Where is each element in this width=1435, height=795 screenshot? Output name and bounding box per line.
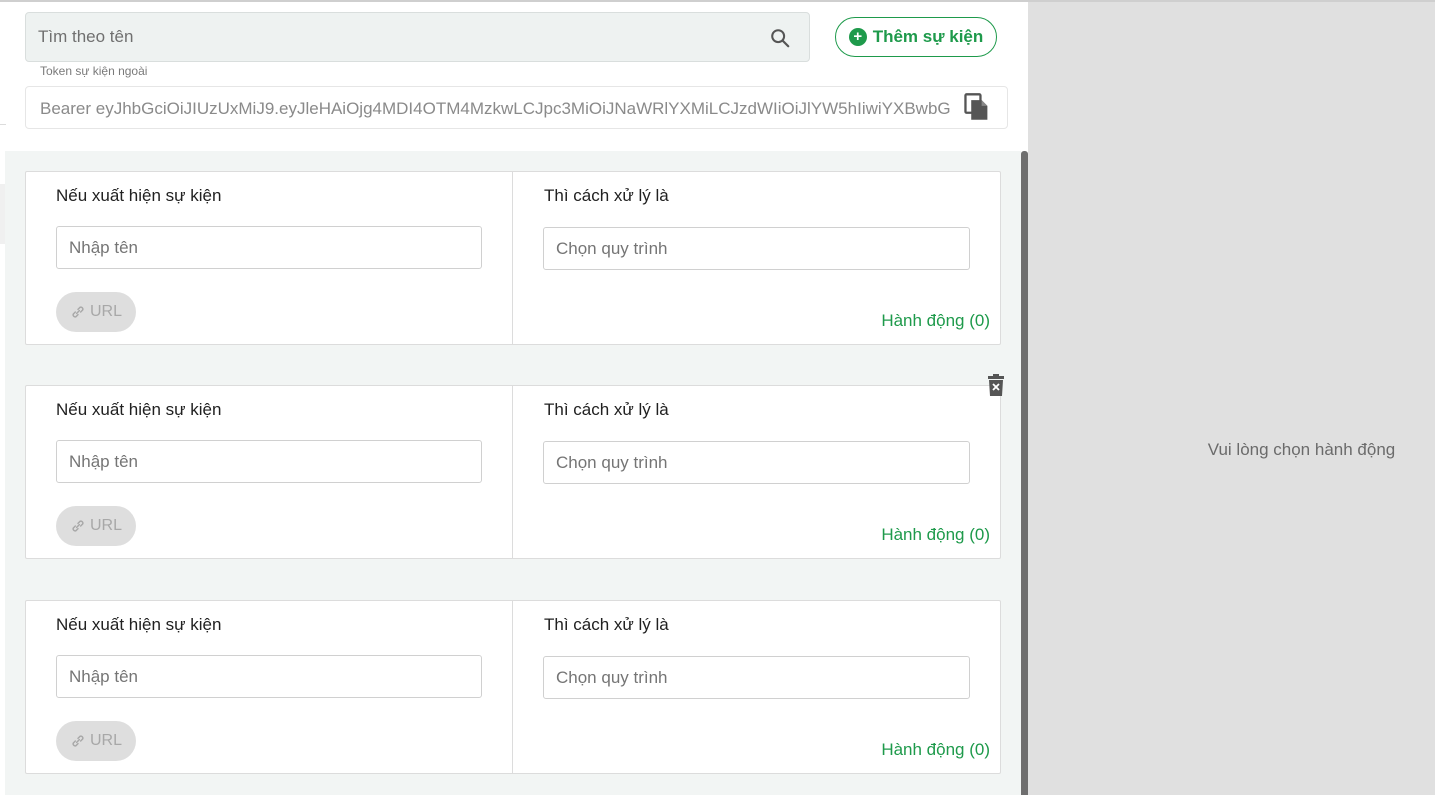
event-name-input[interactable] <box>56 440 482 483</box>
divider <box>0 124 6 125</box>
plus-circle-icon: + <box>848 28 867 46</box>
url-button[interactable]: URL <box>56 292 136 332</box>
actions-link[interactable]: Hành động (0) <box>881 525 990 545</box>
event-condition-label: Nếu xuất hiện sự kiện <box>56 186 222 205</box>
event-card: Nếu xuất hiện sự kiện URL Thì cách xử lý… <box>25 600 1001 774</box>
event-name-input[interactable] <box>56 226 482 269</box>
actions-link[interactable]: Hành động (0) <box>881 311 990 331</box>
url-label: URL <box>89 517 122 534</box>
url-button[interactable]: URL <box>56 721 136 761</box>
process-select[interactable] <box>543 441 970 484</box>
url-label: URL <box>89 732 122 749</box>
event-card: Nếu xuất hiện sự kiện URL Thì cách xử lý… <box>25 171 1001 345</box>
url-button[interactable]: URL <box>56 506 136 546</box>
search-input[interactable] <box>38 13 758 61</box>
token-value[interactable]: Bearer eyJhbGciOiJIUzUxMiJ9.eyJleHAiOjg4… <box>40 99 962 119</box>
card-divider <box>512 386 513 558</box>
token-field[interactable]: Bearer eyJhbGciOiJIUzUxMiJ9.eyJleHAiOjg4… <box>25 86 1008 129</box>
event-card: Nếu xuất hiện sự kiện URL Thì cách xử lý… <box>25 385 1001 559</box>
search-icon[interactable] <box>769 27 791 49</box>
card-divider <box>512 601 513 773</box>
card-divider <box>512 172 513 344</box>
event-condition-label: Nếu xuất hiện sự kiện <box>56 400 222 419</box>
event-condition-label: Nếu xuất hiện sự kiện <box>56 615 222 634</box>
handler-label: Thì cách xử lý là <box>544 186 669 205</box>
token-label: Token sự kiện ngoài <box>33 64 155 78</box>
trash-icon[interactable] <box>987 374 1005 396</box>
scrollbar[interactable] <box>1021 151 1028 795</box>
add-event-button[interactable]: + Thêm sự kiện <box>835 17 997 57</box>
search-bar <box>25 12 810 62</box>
add-event-label: Thêm sự kiện <box>872 27 984 46</box>
process-select[interactable] <box>543 656 970 699</box>
link-icon <box>72 306 84 318</box>
event-name-input[interactable] <box>56 655 482 698</box>
link-icon <box>72 520 84 532</box>
url-label: URL <box>89 303 122 320</box>
process-select[interactable] <box>543 227 970 270</box>
handler-label: Thì cách xử lý là <box>544 400 669 419</box>
link-icon <box>72 735 84 747</box>
action-detail-panel: Vui lòng chọn hành động <box>1028 2 1435 795</box>
copy-icon[interactable] <box>963 92 991 122</box>
actions-link[interactable]: Hành động (0) <box>881 740 990 760</box>
handler-label: Thì cách xử lý là <box>544 615 669 634</box>
empty-state-message: Vui lòng chọn hành động <box>1207 440 1396 459</box>
